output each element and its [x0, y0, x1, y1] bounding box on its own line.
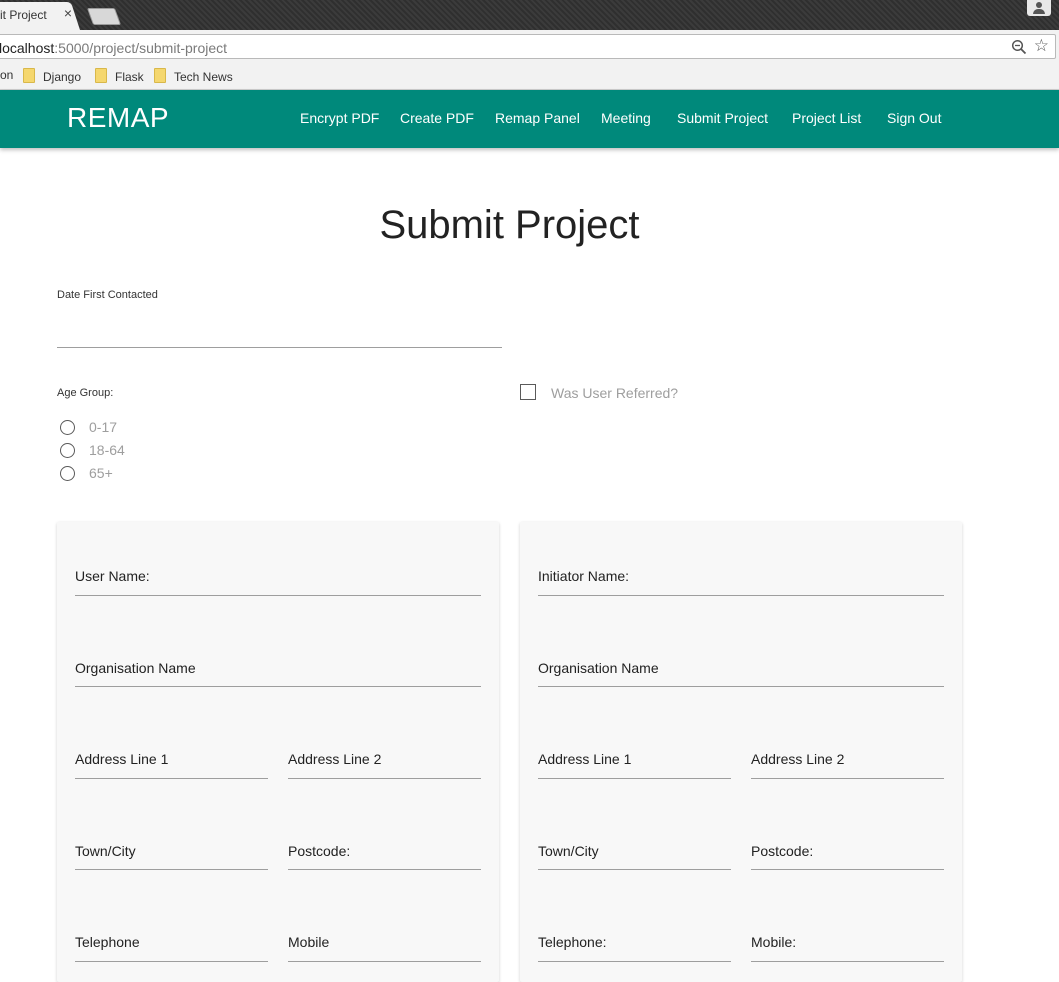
user-address2-input[interactable] [288, 778, 481, 779]
initiator-address2-label[interactable]: Address Line 2 [751, 751, 844, 767]
app-navbar: REMAP Encrypt PDF Create PDF Remap Panel… [0, 90, 1059, 148]
user-details-card: User Name: Organisation Name Address Lin… [57, 522, 499, 982]
initiator-postcode-input[interactable] [751, 869, 944, 870]
bookmark-tech-news[interactable]: Tech News [154, 68, 233, 84]
user-postcode-input[interactable] [288, 869, 481, 870]
browser-tab-title[interactable]: it Project [0, 8, 47, 22]
initiator-address1-label[interactable]: Address Line 1 [538, 751, 631, 767]
was-user-referred-checkbox[interactable] [520, 384, 536, 400]
url-text[interactable]: localhost:5000/project/submit-project [0, 40, 227, 56]
initiator-telephone-input[interactable] [538, 961, 731, 962]
initiator-name-input[interactable] [538, 595, 944, 596]
initiator-town-input[interactable] [538, 869, 731, 870]
radio-icon[interactable] [60, 420, 75, 435]
user-postcode-label[interactable]: Postcode: [288, 843, 350, 859]
nav-meeting[interactable]: Meeting [601, 110, 651, 126]
browser-tabstrip: it Project × [0, 0, 1059, 30]
initiator-telephone-label[interactable]: Telephone: [538, 934, 607, 950]
page-title: Submit Project [379, 203, 640, 247]
close-tab-icon[interactable]: × [60, 5, 76, 21]
date-first-contacted-label: Date First Contacted [57, 289, 158, 301]
bookmarks-bar: on Django Flask Tech News [0, 64, 1059, 90]
nav-project-list[interactable]: Project List [792, 110, 861, 126]
bookmark-partial[interactable]: on [0, 68, 13, 82]
new-tab-button[interactable] [86, 8, 122, 25]
user-mobile-label[interactable]: Mobile [288, 934, 329, 950]
bookmark-star-icon[interactable]: ☆ [1034, 36, 1049, 56]
folder-icon [95, 68, 107, 83]
bookmark-django[interactable]: Django [23, 68, 81, 84]
bookmark-flask[interactable]: Flask [95, 68, 144, 84]
initiator-mobile-label[interactable]: Mobile: [751, 934, 796, 950]
zoom-icon[interactable] [1011, 39, 1027, 55]
initiator-details-card: Initiator Name: Organisation Name Addres… [520, 522, 962, 982]
browser-toolbar: localhost:5000/project/submit-project ☆ [0, 30, 1059, 64]
radio-icon[interactable] [60, 443, 75, 458]
initiator-mobile-input[interactable] [751, 961, 944, 962]
initiator-town-label[interactable]: Town/City [538, 843, 599, 859]
user-telephone-label[interactable]: Telephone [75, 934, 140, 950]
brand-logo[interactable]: REMAP [67, 102, 169, 134]
user-address2-label[interactable]: Address Line 2 [288, 751, 381, 767]
nav-remap-panel[interactable]: Remap Panel [495, 110, 580, 126]
folder-icon [23, 68, 35, 83]
user-name-label[interactable]: User Name: [75, 568, 150, 584]
user-town-input[interactable] [75, 869, 268, 870]
initiator-postcode-label[interactable]: Postcode: [751, 843, 813, 859]
profile-icon[interactable] [1027, 0, 1051, 16]
radio-icon[interactable] [60, 466, 75, 481]
was-user-referred-label[interactable]: Was User Referred? [551, 385, 678, 401]
initiator-organisation-input[interactable] [538, 686, 944, 687]
user-organisation-label[interactable]: Organisation Name [75, 660, 196, 676]
nav-encrypt-pdf[interactable]: Encrypt PDF [300, 110, 379, 126]
date-first-contacted-input[interactable] [57, 321, 502, 348]
user-address1-label[interactable]: Address Line 1 [75, 751, 168, 767]
initiator-address1-input[interactable] [538, 778, 731, 779]
user-name-input[interactable] [75, 595, 481, 596]
nav-submit-project[interactable]: Submit Project [677, 110, 768, 126]
folder-icon [154, 68, 166, 83]
address-bar[interactable]: localhost:5000/project/submit-project ☆ [0, 34, 1056, 59]
user-mobile-input[interactable] [288, 961, 481, 962]
user-telephone-input[interactable] [75, 961, 268, 962]
age-group-label: Age Group: [57, 387, 114, 399]
user-organisation-input[interactable] [75, 686, 481, 687]
initiator-address2-input[interactable] [751, 778, 944, 779]
nav-create-pdf[interactable]: Create PDF [400, 110, 474, 126]
nav-sign-out[interactable]: Sign Out [887, 110, 941, 126]
user-address1-input[interactable] [75, 778, 268, 779]
initiator-name-label[interactable]: Initiator Name: [538, 568, 629, 584]
initiator-organisation-label[interactable]: Organisation Name [538, 660, 659, 676]
user-town-label[interactable]: Town/City [75, 843, 136, 859]
